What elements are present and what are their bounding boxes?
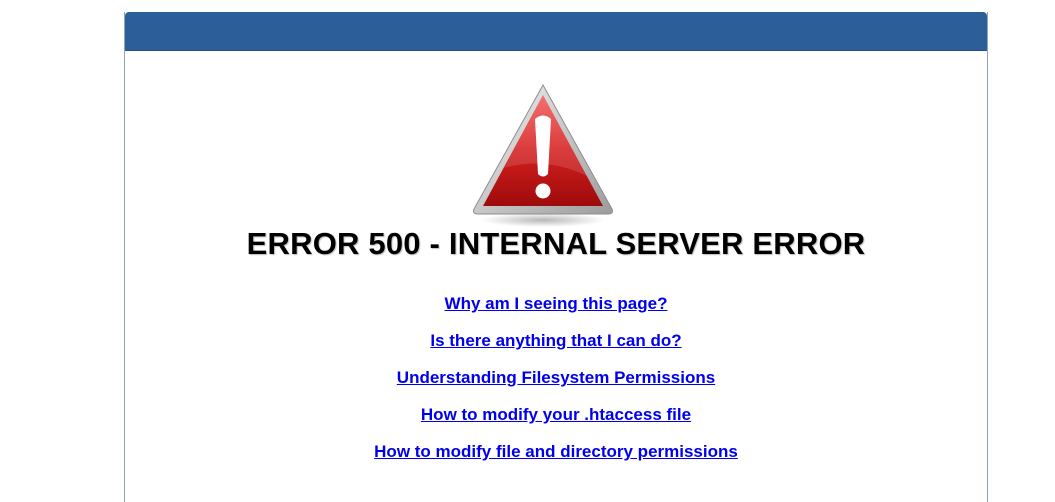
- warning-triangle-icon: [473, 83, 613, 227]
- panel-header-bar: [125, 12, 987, 51]
- error-title: ERROR 500 - INTERNAL SERVER ERROR: [246, 226, 866, 261]
- help-link-modify-htaccess[interactable]: How to modify your .htaccess file: [125, 405, 987, 442]
- error-panel: ERROR 500 - INTERNAL SERVER ERROR Why am…: [124, 12, 988, 502]
- help-link-why-seeing-page[interactable]: Why am I seeing this page?: [125, 294, 987, 331]
- help-link-modify-permissions[interactable]: How to modify file and directory permiss…: [125, 442, 987, 479]
- help-link-anything-i-can-do[interactable]: Is there anything that I can do?: [125, 331, 987, 368]
- help-links-list: Why am I seeing this page? Is there anyt…: [125, 294, 987, 479]
- help-link-filesystem-permissions[interactable]: Understanding Filesystem Permissions: [125, 368, 987, 405]
